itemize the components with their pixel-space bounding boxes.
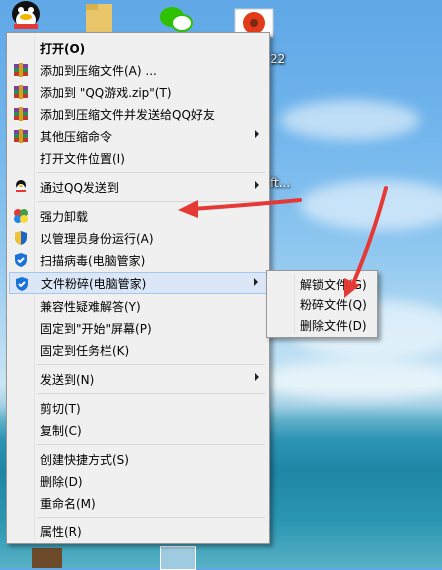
menu-item-label: 扫描病毒(电脑管家) xyxy=(40,253,146,268)
uac-shield-icon xyxy=(13,230,29,246)
menu-item-add-to-zip[interactable]: 添加到 "QQ游戏.zip"(T) xyxy=(9,81,267,103)
desktop-label-fragment: ft... xyxy=(270,176,291,190)
file-shred-submenu: 解锁文件(G) 粉碎文件(Q) 删除文件(D) xyxy=(266,270,378,338)
menu-item-label: 以管理员身份运行(A) xyxy=(40,231,154,246)
menu-separator xyxy=(37,364,265,365)
menu-item-copy[interactable]: 复制(C) xyxy=(9,419,267,441)
submenu-arrow-icon xyxy=(255,373,259,381)
uninstall-icon xyxy=(13,208,29,224)
archive-icon xyxy=(13,84,29,100)
menu-item-label: 创建快捷方式(S) xyxy=(40,452,129,467)
menu-item-cut[interactable]: 剪切(T) xyxy=(9,397,267,419)
menu-item-other-compress[interactable]: 其他压缩命令 xyxy=(9,125,267,147)
menu-item-rename[interactable]: 重命名(M) xyxy=(9,492,267,514)
menu-item-label: 复制(C) xyxy=(40,423,82,438)
menu-item-label: 打开文件位置(I) xyxy=(40,151,125,166)
submenu-item-label: 删除文件(D) xyxy=(300,318,367,333)
tencent-shield-icon xyxy=(13,252,29,268)
qq-penguin-icon xyxy=(13,179,29,195)
menu-item-label: 强力卸载 xyxy=(40,209,89,224)
submenu-item-unlock-file[interactable]: 解锁文件(G) xyxy=(269,273,375,295)
menu-item-send-via-qq[interactable]: 通过QQ发送到 xyxy=(9,176,267,198)
menu-item-label: 打开(O) xyxy=(40,41,86,56)
menu-item-pin-to-start[interactable]: 固定到"开始"屏幕(P) xyxy=(9,317,267,339)
menu-item-label: 固定到"开始"屏幕(P) xyxy=(40,321,152,336)
menu-item-label: 删除(D) xyxy=(40,474,83,489)
menu-item-add-to-archive[interactable]: 添加到压缩文件(A) ... xyxy=(9,59,267,81)
menu-item-label: 添加到压缩文件并发送给QQ好友 xyxy=(40,107,215,122)
menu-item-label: 重命名(M) xyxy=(40,496,96,511)
menu-item-send-to[interactable]: 发送到(N) xyxy=(9,368,267,390)
game-desktop-icon[interactable] xyxy=(32,548,62,568)
menu-item-force-uninstall[interactable]: 强力卸载 xyxy=(9,205,267,227)
tencent-shield-icon xyxy=(14,276,30,292)
menu-item-compat-troubleshoot[interactable]: 兼容性疑难解答(Y) xyxy=(9,295,267,317)
menu-item-label: 属性(R) xyxy=(40,524,82,539)
desktop-label-fragment: 22 xyxy=(270,52,286,66)
menu-item-label: 添加到压缩文件(A) ... xyxy=(40,63,157,78)
menu-item-label: 其他压缩命令 xyxy=(40,129,113,144)
menu-item-pin-to-taskbar[interactable]: 固定到任务栏(K) xyxy=(9,339,267,361)
submenu-arrow-icon xyxy=(255,130,259,138)
menu-separator xyxy=(37,201,265,202)
menu-item-compress-send-qq[interactable]: 添加到压缩文件并发送给QQ好友 xyxy=(9,103,267,125)
menu-separator xyxy=(37,444,265,445)
menu-item-label: 发送到(N) xyxy=(40,372,95,387)
submenu-item-shred-file[interactable]: 粉碎文件(Q) xyxy=(269,293,375,315)
submenu-arrow-icon xyxy=(255,181,259,189)
context-menu: 打开(O) 添加到压缩文件(A) ... 添加到 "QQ游戏.zip"(T) 添… xyxy=(6,32,270,544)
menu-item-open-location[interactable]: 打开文件位置(I) xyxy=(9,147,267,169)
menu-item-create-shortcut[interactable]: 创建快捷方式(S) xyxy=(9,448,267,470)
menu-item-label: 兼容性疑难解答(Y) xyxy=(40,299,141,314)
submenu-arrow-icon xyxy=(254,278,258,286)
archive-icon xyxy=(13,128,29,144)
menu-item-label: 固定到任务栏(K) xyxy=(40,343,130,358)
menu-item-scan-virus[interactable]: 扫描病毒(电脑管家) xyxy=(9,249,267,271)
menu-item-delete[interactable]: 删除(D) xyxy=(9,470,267,492)
menu-item-label: 添加到 "QQ游戏.zip"(T) xyxy=(40,85,172,100)
menu-item-label: 文件粉碎(电脑管家) xyxy=(41,276,147,291)
menu-item-label: 通过QQ发送到 xyxy=(40,180,119,195)
submenu-item-label: 粉碎文件(Q) xyxy=(300,297,367,312)
menu-item-label: 剪切(T) xyxy=(40,401,81,416)
menu-separator xyxy=(37,517,265,518)
submenu-item-label: 解锁文件(G) xyxy=(300,277,367,292)
menu-separator xyxy=(37,172,265,173)
menu-item-file-shred[interactable]: 文件粉碎(电脑管家) xyxy=(9,272,267,294)
menu-item-properties[interactable]: 属性(R) xyxy=(9,520,267,542)
menu-item-run-as-admin[interactable]: 以管理员身份运行(A) xyxy=(9,227,267,249)
submenu-item-delete-file[interactable]: 删除文件(D) xyxy=(269,314,375,336)
picture-desktop-icon[interactable] xyxy=(160,546,196,570)
menu-separator xyxy=(37,393,265,394)
archive-icon xyxy=(13,106,29,122)
menu-item-open[interactable]: 打开(O) xyxy=(9,37,267,59)
archive-icon xyxy=(13,62,29,78)
